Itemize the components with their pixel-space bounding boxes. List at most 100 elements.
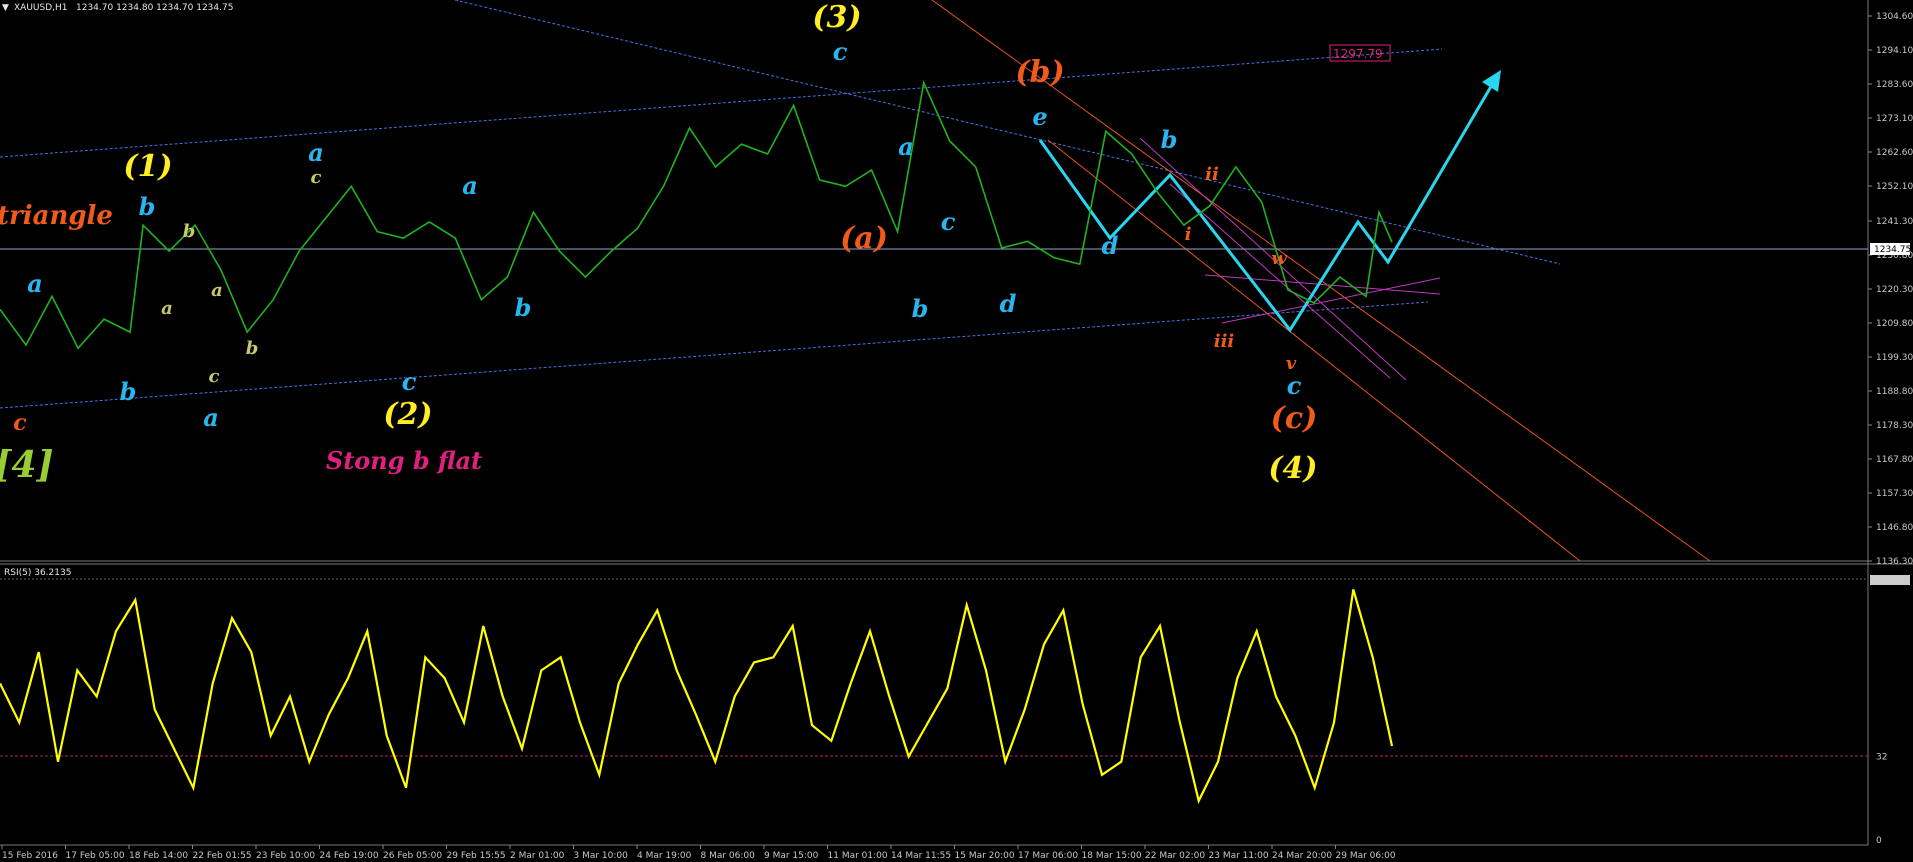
wave-label-orange: w bbox=[1271, 248, 1288, 269]
x-tick-label: 15 Feb 2016 bbox=[2, 851, 58, 861]
wave-label-blue: b bbox=[1161, 125, 1178, 154]
projection-path bbox=[1038, 77, 1498, 333]
wave-label-blue: a bbox=[898, 132, 914, 161]
x-tick-label: 18 Feb 14:00 bbox=[129, 851, 188, 861]
wave-label-yellow: (2) bbox=[383, 397, 432, 432]
y-tick-label: 1252.10 bbox=[1876, 182, 1913, 192]
wave-label-blue: c bbox=[1287, 371, 1302, 400]
wave-label-small: c bbox=[209, 366, 220, 387]
projection-arrowhead-icon bbox=[1482, 70, 1501, 92]
wave-label-orange: triangle bbox=[0, 201, 113, 231]
price-series bbox=[0, 79, 1393, 350]
y-tick-label: 1136.30 bbox=[1876, 557, 1913, 567]
y-tick-label: 1294.10 bbox=[1876, 46, 1913, 56]
trendlines bbox=[0, 0, 1868, 757]
ohlc-readout: 1234.70 1234.80 1234.70 1234.75 bbox=[76, 3, 233, 13]
wave-labels: (3)(1)(2)(4)[4](b)(a)(c)triangleciiiwiii… bbox=[0, 0, 1318, 486]
note-label: Stong b flat bbox=[326, 446, 482, 475]
x-tick-label: 23 Feb 10:00 bbox=[256, 851, 315, 861]
x-tick-label: 22 Feb 01:55 bbox=[193, 851, 252, 861]
y-tick-label: 1262.60 bbox=[1876, 148, 1913, 158]
y-tick-label: 1157.30 bbox=[1876, 489, 1913, 499]
x-tick-label: 3 Mar 10:00 bbox=[574, 851, 629, 861]
wave-label-yellow: (4) bbox=[1268, 451, 1317, 486]
x-tick-label: 29 Mar 06:00 bbox=[1336, 851, 1396, 861]
y-tick-label: 1188.80 bbox=[1876, 387, 1913, 397]
x-tick-label: 24 Feb 19:00 bbox=[320, 851, 379, 861]
wave-label-small: a bbox=[211, 280, 223, 301]
rsi-series: 100320 bbox=[0, 575, 1893, 846]
y-tick-label: 1209.80 bbox=[1876, 319, 1913, 329]
x-tick-label: 2 Mar 01:00 bbox=[510, 851, 565, 861]
wave-label-blue: a bbox=[308, 138, 324, 167]
wave-label-blue: b bbox=[515, 293, 532, 322]
y-tick-label: 1146.80 bbox=[1876, 523, 1913, 533]
wave-label-yellow: (1) bbox=[123, 149, 172, 184]
x-tick-label: 29 Feb 15:55 bbox=[447, 851, 506, 861]
wave-label-blue: e bbox=[1032, 102, 1047, 131]
wave-label-blue: a bbox=[203, 403, 219, 432]
x-tick-label: 11 Mar 01:00 bbox=[828, 851, 888, 861]
price-line bbox=[0, 79, 1393, 350]
x-tick-label: 8 Mar 06:00 bbox=[701, 851, 756, 861]
wave-label-small: b bbox=[246, 338, 259, 359]
y-tick-label: 1167.80 bbox=[1876, 455, 1913, 465]
wave-label-orange: ii bbox=[1205, 164, 1219, 185]
wave-label-blue: d bbox=[1000, 289, 1017, 318]
x-tick-label: 4 Mar 19:00 bbox=[637, 851, 692, 861]
price-chart: ▼ XAUUSD,H1 1234.70 1234.80 1234.70 1234… bbox=[0, 0, 1913, 861]
wave-label-blue: b bbox=[120, 377, 137, 406]
x-tick-label: 15 Mar 20:00 bbox=[955, 851, 1015, 861]
y-tick-label: 1304.60 bbox=[1876, 12, 1913, 22]
y-tick-label: 1199.30 bbox=[1876, 353, 1913, 363]
wave-label-orange: (b) bbox=[1015, 55, 1064, 90]
y-tick-label: 1283.60 bbox=[1876, 80, 1913, 90]
wave-label-blue: c bbox=[833, 37, 848, 66]
wave-label-blue: a bbox=[27, 269, 43, 298]
symbol-triangle-icon[interactable]: ▼ bbox=[2, 3, 9, 13]
x-tick-label: 24 Mar 20:00 bbox=[1272, 851, 1332, 861]
y-tick-label: 1273.10 bbox=[1876, 114, 1913, 124]
lower-channel-line bbox=[0, 301, 1429, 409]
orange-channel-lower bbox=[1047, 139, 1581, 562]
wave-label-orange: (a) bbox=[840, 221, 888, 256]
wave-label-orange: (c) bbox=[1271, 401, 1318, 436]
wave-label-blue: a bbox=[462, 171, 478, 200]
x-tick-label: 14 Mar 11:55 bbox=[891, 851, 951, 861]
rsi-readout: RSI(5) 36.2135 bbox=[4, 568, 71, 578]
y-tick-label: 1220.30 bbox=[1876, 285, 1913, 295]
descending-trendline bbox=[454, 0, 1561, 265]
time-axis: 15 Feb 2016 17 Feb 05:00 18 Feb 14:00 22 Fe… bbox=[1, 845, 1396, 861]
x-tick-label: 22 Mar 02:00 bbox=[1145, 851, 1205, 861]
upper-channel-line bbox=[0, 48, 1443, 158]
x-tick-label: 17 Feb 05:00 bbox=[66, 851, 125, 861]
current-price-tag-text: 1234.75 bbox=[1874, 245, 1911, 255]
wave-label-small: b bbox=[183, 221, 196, 242]
wave-label-orange: c bbox=[13, 410, 27, 436]
x-tick-label: 26 Feb 05:00 bbox=[383, 851, 442, 861]
x-tick-label: 23 Mar 11:00 bbox=[1209, 851, 1269, 861]
wave-label-blue: d bbox=[1102, 231, 1119, 260]
wave-label-orange: i bbox=[1185, 224, 1192, 245]
wave-label-yellow: [4] bbox=[0, 444, 54, 486]
price-axis: 1304.60 1294.10 1283.60 1273.10 1262.60 1252.… bbox=[1868, 12, 1913, 567]
wave-label-blue: b bbox=[139, 192, 156, 221]
x-tick-label: 9 Mar 15:00 bbox=[764, 851, 819, 861]
symbol-label: XAUUSD,H1 bbox=[14, 3, 68, 13]
y-tick-label: 1241.30 bbox=[1876, 217, 1913, 227]
x-tick-label: 18 Mar 15:00 bbox=[1082, 851, 1142, 861]
rsi-tick-label: 0 bbox=[1876, 836, 1882, 846]
wave-label-small: a bbox=[161, 298, 173, 319]
price-label-text: 1297.79 bbox=[1333, 47, 1383, 61]
rsi-line bbox=[0, 589, 1394, 805]
x-tick-label: 17 Mar 06:00 bbox=[1018, 851, 1078, 861]
wave-label-yellow: (3) bbox=[812, 0, 861, 35]
wave-label-small: c bbox=[311, 167, 322, 188]
rsi-tick-label: 32 bbox=[1876, 752, 1887, 762]
wave-label-blue: b bbox=[912, 294, 929, 323]
rsi-top-tag bbox=[1870, 575, 1910, 585]
wave-label-blue: c bbox=[941, 207, 956, 236]
y-tick-label: 1178.30 bbox=[1876, 421, 1913, 431]
wave-label-orange: iii bbox=[1214, 331, 1235, 352]
wave-label-blue: c bbox=[402, 367, 417, 396]
